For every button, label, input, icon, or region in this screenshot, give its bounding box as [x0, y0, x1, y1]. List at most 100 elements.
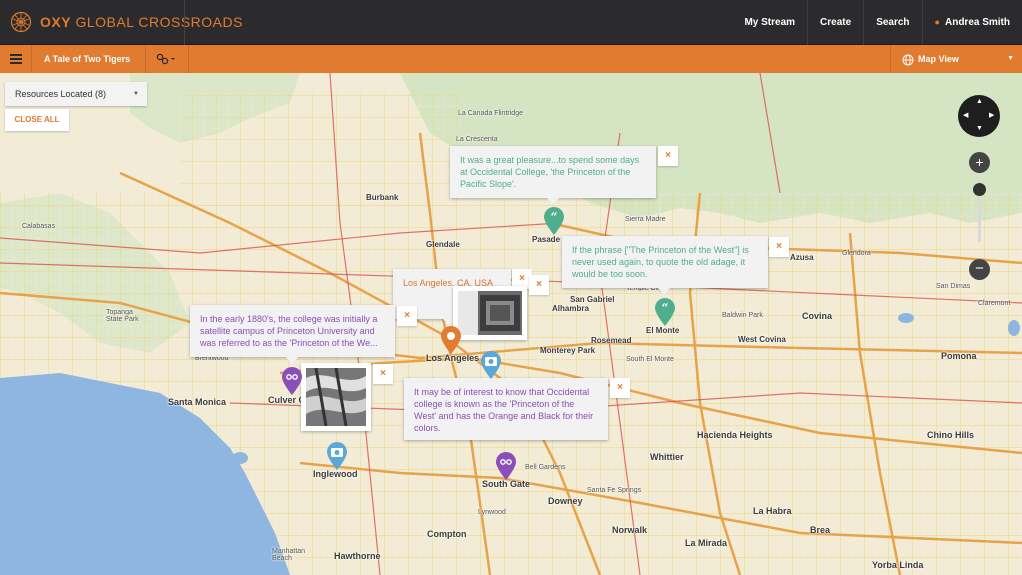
- image-thumbnail-popup[interactable]: [453, 286, 527, 340]
- map-view-select[interactable]: Map View ▼: [902, 45, 1014, 73]
- globe-logo-icon: [10, 11, 32, 33]
- place-label: Bell Gardens: [525, 464, 566, 471]
- hamburger-line-icon: [10, 58, 22, 60]
- globe-icon: [902, 54, 914, 66]
- user-name: Andrea Smith: [944, 17, 1010, 28]
- pan-up-icon: ▲: [976, 98, 983, 105]
- place-label: Topanga State Park: [106, 309, 139, 323]
- quote-pin-green[interactable]: “: [654, 297, 676, 327]
- place-label: Yorba Linda: [872, 560, 924, 570]
- svg-text:“: “: [551, 210, 558, 224]
- popup-text: It may be of interest to know that Occid…: [414, 387, 594, 433]
- close-popup-button[interactable]: ×: [658, 146, 678, 166]
- logo-divider: [184, 0, 185, 45]
- place-label: Lynwood: [478, 509, 506, 516]
- place-label: Manhattan Beach: [272, 548, 306, 562]
- place-label: Glendora: [842, 250, 871, 257]
- close-popup-button[interactable]: ×: [397, 306, 417, 326]
- top-nav: My Stream Create Search ● Andrea Smith: [732, 0, 1022, 45]
- app-logo[interactable]: OXY GLOBAL CROSSROADS: [10, 11, 243, 33]
- divider: [890, 45, 891, 73]
- popup-text: It was a great pleasure...to spend some …: [460, 155, 640, 189]
- place-label: La Mirada: [685, 538, 728, 548]
- close-all-button[interactable]: CLOSE ALL: [5, 109, 69, 131]
- close-popup-button[interactable]: ×: [373, 364, 393, 384]
- text-popup-culver-city[interactable]: In the early 1880's, the college was ini…: [190, 305, 395, 364]
- close-popup-button[interactable]: ×: [529, 275, 549, 295]
- close-popup-button[interactable]: ×: [610, 378, 630, 398]
- image-pin-blue[interactable]: [326, 441, 348, 471]
- quote-pin-green[interactable]: “: [543, 206, 565, 236]
- place-label: La Canada Flintridge: [458, 110, 523, 117]
- divider: [145, 45, 146, 73]
- quote-popup-pasadena[interactable]: It was a great pleasure...to spend some …: [450, 146, 656, 205]
- hamburger-line-icon: [10, 62, 22, 64]
- link-menu-button[interactable]: [156, 45, 176, 73]
- place-label: Alhambra: [552, 304, 589, 313]
- text-pin-purple[interactable]: [495, 451, 517, 481]
- place-label: Compton: [427, 529, 467, 539]
- user-icon: ●: [934, 17, 940, 27]
- hamburger-menu-button[interactable]: [0, 45, 32, 73]
- historic-photo-image: [458, 291, 522, 335]
- resources-located-label: Resources Located (8): [15, 89, 107, 99]
- chevron-down-icon: ▼: [1007, 55, 1014, 62]
- place-label: Hawthorne: [334, 551, 381, 561]
- place-label: Monterey Park: [540, 346, 596, 355]
- place-label: La Habra: [753, 506, 792, 516]
- link-icon: [156, 53, 175, 65]
- popup-text: If the phrase ["The Princeton of the Wes…: [572, 245, 749, 279]
- popup-pointer: [286, 357, 298, 364]
- image-thumbnail-popup[interactable]: [301, 363, 371, 431]
- place-label: Whittier: [650, 452, 684, 462]
- map-view-label: Map View: [918, 54, 959, 64]
- place-label: Downey: [548, 496, 583, 506]
- pan-control[interactable]: ▲ ▼ ◀ ▶: [958, 95, 1000, 137]
- nav-create[interactable]: Create: [807, 0, 863, 45]
- place-label: Azusa: [790, 253, 814, 262]
- user-menu[interactable]: ● Andrea Smith: [921, 0, 1022, 45]
- quote-popup-el-monte[interactable]: If the phrase ["The Princeton of the Wes…: [562, 236, 768, 295]
- place-label: Burbank: [366, 193, 399, 202]
- popup-pointer: [658, 288, 670, 295]
- text-popup-south-gate[interactable]: It may be of interest to know that Occid…: [404, 378, 608, 440]
- zoom-in-button[interactable]: +: [969, 152, 990, 173]
- story-toolbar: A Tale of Two Tigers Map View ▼: [0, 45, 1022, 73]
- place-label: Brea: [810, 525, 831, 535]
- close-popup-button[interactable]: ×: [769, 237, 789, 257]
- place-label: La Crescenta: [456, 136, 498, 143]
- place-label: Culver C: [268, 395, 306, 405]
- place-label: West Covina: [738, 335, 786, 344]
- place-label: Rosemead: [591, 336, 632, 345]
- resources-located-dropdown[interactable]: Resources Located (8) ▼: [5, 82, 147, 106]
- zoom-out-button[interactable]: −: [969, 259, 990, 280]
- popup-text: In the early 1880's, the college was ini…: [200, 314, 378, 348]
- top-bar: OXY GLOBAL CROSSROADS My Stream Create S…: [0, 0, 1022, 45]
- place-label: El Monte: [646, 326, 680, 335]
- location-pin-orange[interactable]: [440, 325, 462, 355]
- place-label: San Dimas: [936, 283, 971, 290]
- place-label: Pomona: [941, 351, 977, 361]
- hamburger-line-icon: [10, 54, 22, 56]
- historic-photo-image: [306, 367, 366, 427]
- nav-my-stream[interactable]: My Stream: [732, 0, 807, 45]
- popup-pointer: [547, 198, 559, 205]
- place-label: South El Monte: [626, 356, 674, 363]
- place-label: San Gabriel: [570, 295, 615, 304]
- story-title[interactable]: A Tale of Two Tigers: [44, 45, 130, 73]
- place-label: Covina: [802, 311, 833, 321]
- text-pin-purple[interactable]: [281, 366, 303, 396]
- app-title: OXY GLOBAL CROSSROADS: [40, 14, 243, 30]
- pan-left-icon: ◀: [963, 112, 969, 119]
- place-label: Norwalk: [612, 525, 648, 535]
- divider: [188, 45, 189, 73]
- place-label: Santa Fe Springs: [587, 487, 642, 494]
- place-label: Calabasas: [22, 223, 56, 230]
- place-label: Chino Hills: [927, 430, 974, 440]
- zoom-slider-handle[interactable]: [973, 183, 986, 196]
- place-label: Sierra Madre: [625, 216, 666, 223]
- nav-search[interactable]: Search: [863, 0, 921, 45]
- image-pin-blue[interactable]: [480, 350, 502, 380]
- place-label: Pasade: [532, 235, 561, 244]
- pan-down-icon: ▼: [976, 125, 983, 132]
